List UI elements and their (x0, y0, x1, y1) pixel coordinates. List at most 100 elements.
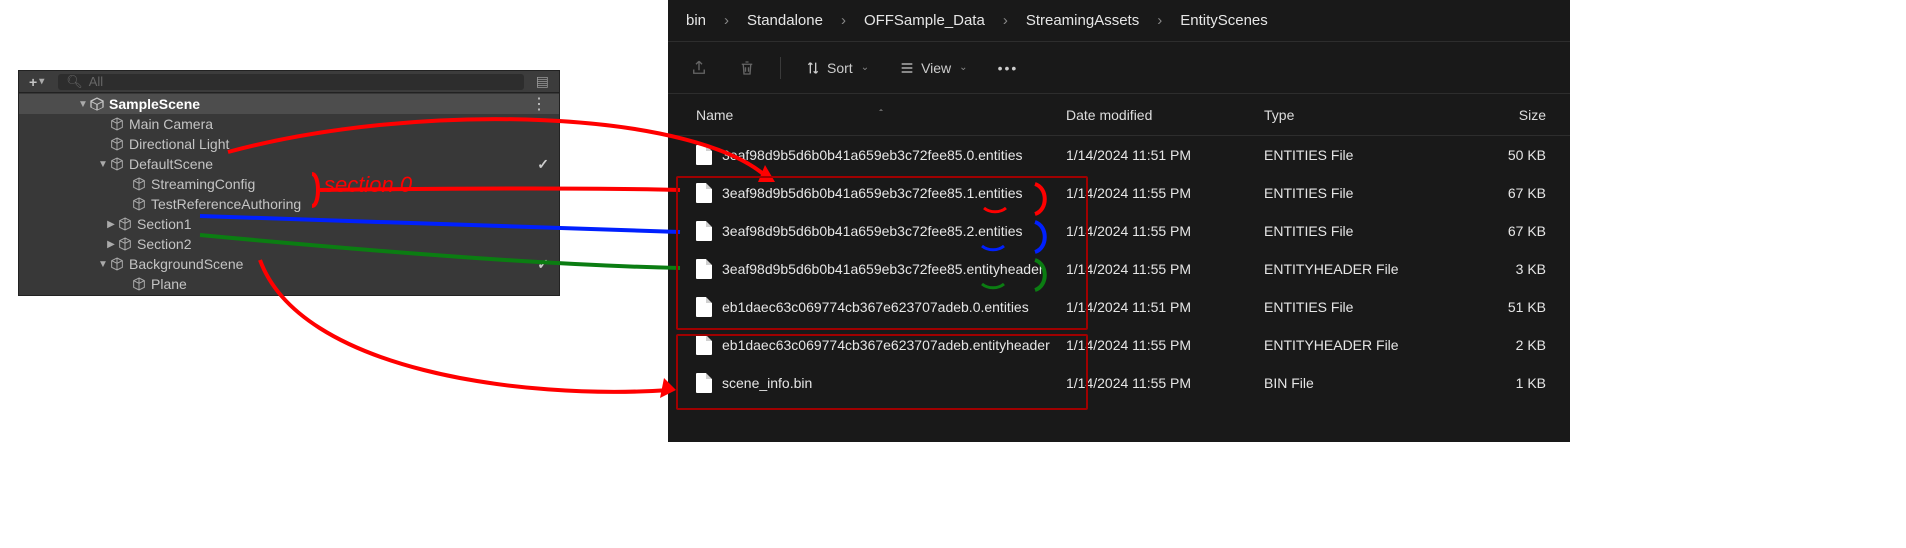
file-size: 50 KB (1434, 147, 1570, 163)
file-type: ENTITIES File (1264, 299, 1434, 315)
hierarchy-item-directional-light[interactable]: Directional Light (19, 134, 559, 154)
item-label: Plane (151, 276, 549, 292)
checkmark-icon: ✓ (537, 156, 549, 173)
file-size: 2 KB (1434, 337, 1570, 353)
foldout-open-icon[interactable]: ▼ (97, 159, 109, 170)
toolbar-divider (780, 57, 781, 79)
column-header-name[interactable]: Name ˆ (668, 107, 1066, 123)
sort-asc-icon: ˆ (879, 109, 882, 120)
sort-button[interactable]: Sort ⌄ (799, 56, 875, 80)
file-type: ENTITYHEADER File (1264, 337, 1434, 353)
file-size: 51 KB (1434, 299, 1570, 315)
column-header-size[interactable]: Size (1434, 107, 1570, 123)
share-icon (690, 59, 708, 77)
cube-icon (131, 276, 147, 292)
file-type: BIN File (1264, 375, 1434, 391)
file-date: 1/14/2024 11:51 PM (1066, 147, 1264, 163)
annotation-section0-label: section 0 (324, 172, 412, 198)
cube-icon (117, 216, 133, 232)
hierarchy-item-plane[interactable]: Plane (19, 274, 559, 294)
file-date: 1/14/2024 11:55 PM (1066, 375, 1264, 391)
more-button[interactable]: ••• (992, 56, 1025, 80)
breadcrumb: bin › Standalone › OFFSample_Data › Stre… (668, 0, 1570, 42)
cube-icon (131, 196, 147, 212)
delete-button[interactable] (732, 55, 762, 81)
file-date: 1/14/2024 11:55 PM (1066, 223, 1264, 239)
sort-icon (805, 60, 821, 76)
add-dropdown-chevron-icon: ▾ (37, 76, 46, 87)
annotation-redbox-group1 (676, 176, 1088, 330)
kebab-menu-icon[interactable]: ⋮ (527, 94, 549, 114)
item-label: TestReferenceAuthoring (151, 196, 549, 212)
view-button[interactable]: View ⌄ (893, 56, 973, 80)
column-header-date[interactable]: Date modified (1066, 107, 1264, 123)
explorer-toolbar: Sort ⌄ View ⌄ ••• (668, 42, 1570, 94)
file-size: 1 KB (1434, 375, 1570, 391)
file-date: 1/14/2024 11:55 PM (1066, 337, 1264, 353)
hierarchy-item-testreferenceauthoring[interactable]: TestReferenceAuthoring (19, 194, 559, 214)
column-headers: Name ˆ Date modified Type Size (668, 94, 1570, 136)
crumb-offsample-data[interactable]: OFFSample_Data (864, 12, 985, 29)
view-list-icon (899, 60, 915, 76)
file-date: 1/14/2024 11:51 PM (1066, 299, 1264, 315)
add-icon[interactable]: +▾ (23, 74, 52, 90)
unity-hierarchy-header: +▾ 🔍︎ All ▤ (19, 71, 559, 93)
checkmark-icon: ✓ (537, 256, 549, 273)
ellipsis-icon: ••• (998, 60, 1019, 76)
hierarchy-item-defaultscene[interactable]: ▼ DefaultScene ✓ (19, 154, 559, 174)
item-label: DefaultScene (129, 156, 537, 172)
search-icon: 🔍︎ (66, 74, 83, 90)
hierarchy-tree: ▼ SampleScene ⋮ Main Camera Directional … (19, 93, 559, 295)
file-date: 1/14/2024 11:55 PM (1066, 185, 1264, 201)
item-label: Directional Light (129, 136, 549, 152)
scene-root-samplescene[interactable]: ▼ SampleScene ⋮ (19, 94, 559, 114)
chevron-down-icon: ⌄ (959, 62, 967, 73)
crumb-standalone[interactable]: Standalone (747, 12, 823, 29)
file-type: ENTITYHEADER File (1264, 261, 1434, 277)
chevron-right-icon: › (1003, 12, 1008, 29)
cube-icon (109, 136, 125, 152)
cube-icon (109, 256, 125, 272)
hierarchy-panel-menu-icon[interactable]: ▤ (530, 73, 555, 90)
chevron-right-icon: › (724, 12, 729, 29)
cube-icon (131, 176, 147, 192)
unity-hierarchy-panel: +▾ 🔍︎ All ▤ ▼ SampleScene ⋮ Main Camera … (18, 70, 560, 296)
foldout-closed-icon[interactable]: ▶ (105, 239, 117, 250)
file-type: ENTITIES File (1264, 147, 1434, 163)
chevron-right-icon: › (1157, 12, 1162, 29)
hierarchy-search-input[interactable]: 🔍︎ All (58, 74, 524, 90)
hierarchy-item-main-camera[interactable]: Main Camera (19, 114, 559, 134)
scene-label: SampleScene (109, 96, 527, 112)
chevron-down-icon: ⌄ (861, 62, 869, 73)
hierarchy-item-section2[interactable]: ▶ Section2 (19, 234, 559, 254)
foldout-open-icon[interactable]: ▼ (97, 259, 109, 270)
crumb-bin[interactable]: bin (686, 12, 706, 29)
search-placeholder: All (89, 74, 103, 89)
file-row[interactable]: 3eaf98d9b5d6b0b41a659eb3c72fee85.0.entit… (668, 136, 1570, 174)
item-label: Main Camera (129, 116, 549, 132)
file-type: ENTITIES File (1264, 223, 1434, 239)
hierarchy-item-streamingconfig[interactable]: StreamingConfig (19, 174, 559, 194)
item-label: Section1 (137, 216, 549, 232)
file-name: 3eaf98d9b5d6b0b41a659eb3c72fee85.0.entit… (722, 147, 1023, 163)
file-type: ENTITIES File (1264, 185, 1434, 201)
column-header-type[interactable]: Type (1264, 107, 1434, 123)
cube-icon (109, 116, 125, 132)
item-label: Section2 (137, 236, 549, 252)
crumb-entityscenes[interactable]: EntityScenes (1180, 12, 1268, 29)
file-size: 67 KB (1434, 223, 1570, 239)
sort-label: Sort (827, 60, 853, 76)
foldout-open-icon[interactable]: ▼ (77, 99, 89, 110)
unity-scene-icon (89, 96, 105, 112)
view-label: View (921, 60, 951, 76)
foldout-closed-icon[interactable]: ▶ (105, 219, 117, 230)
file-size: 67 KB (1434, 185, 1570, 201)
trash-icon (738, 59, 756, 77)
crumb-streamingassets[interactable]: StreamingAssets (1026, 12, 1139, 29)
cube-icon (117, 236, 133, 252)
hierarchy-item-backgroundscene[interactable]: ▼ BackgroundScene ✓ (19, 254, 559, 274)
chevron-right-icon: › (841, 12, 846, 29)
hierarchy-item-section1[interactable]: ▶ Section1 (19, 214, 559, 234)
file-size: 3 KB (1434, 261, 1570, 277)
share-button[interactable] (684, 55, 714, 81)
